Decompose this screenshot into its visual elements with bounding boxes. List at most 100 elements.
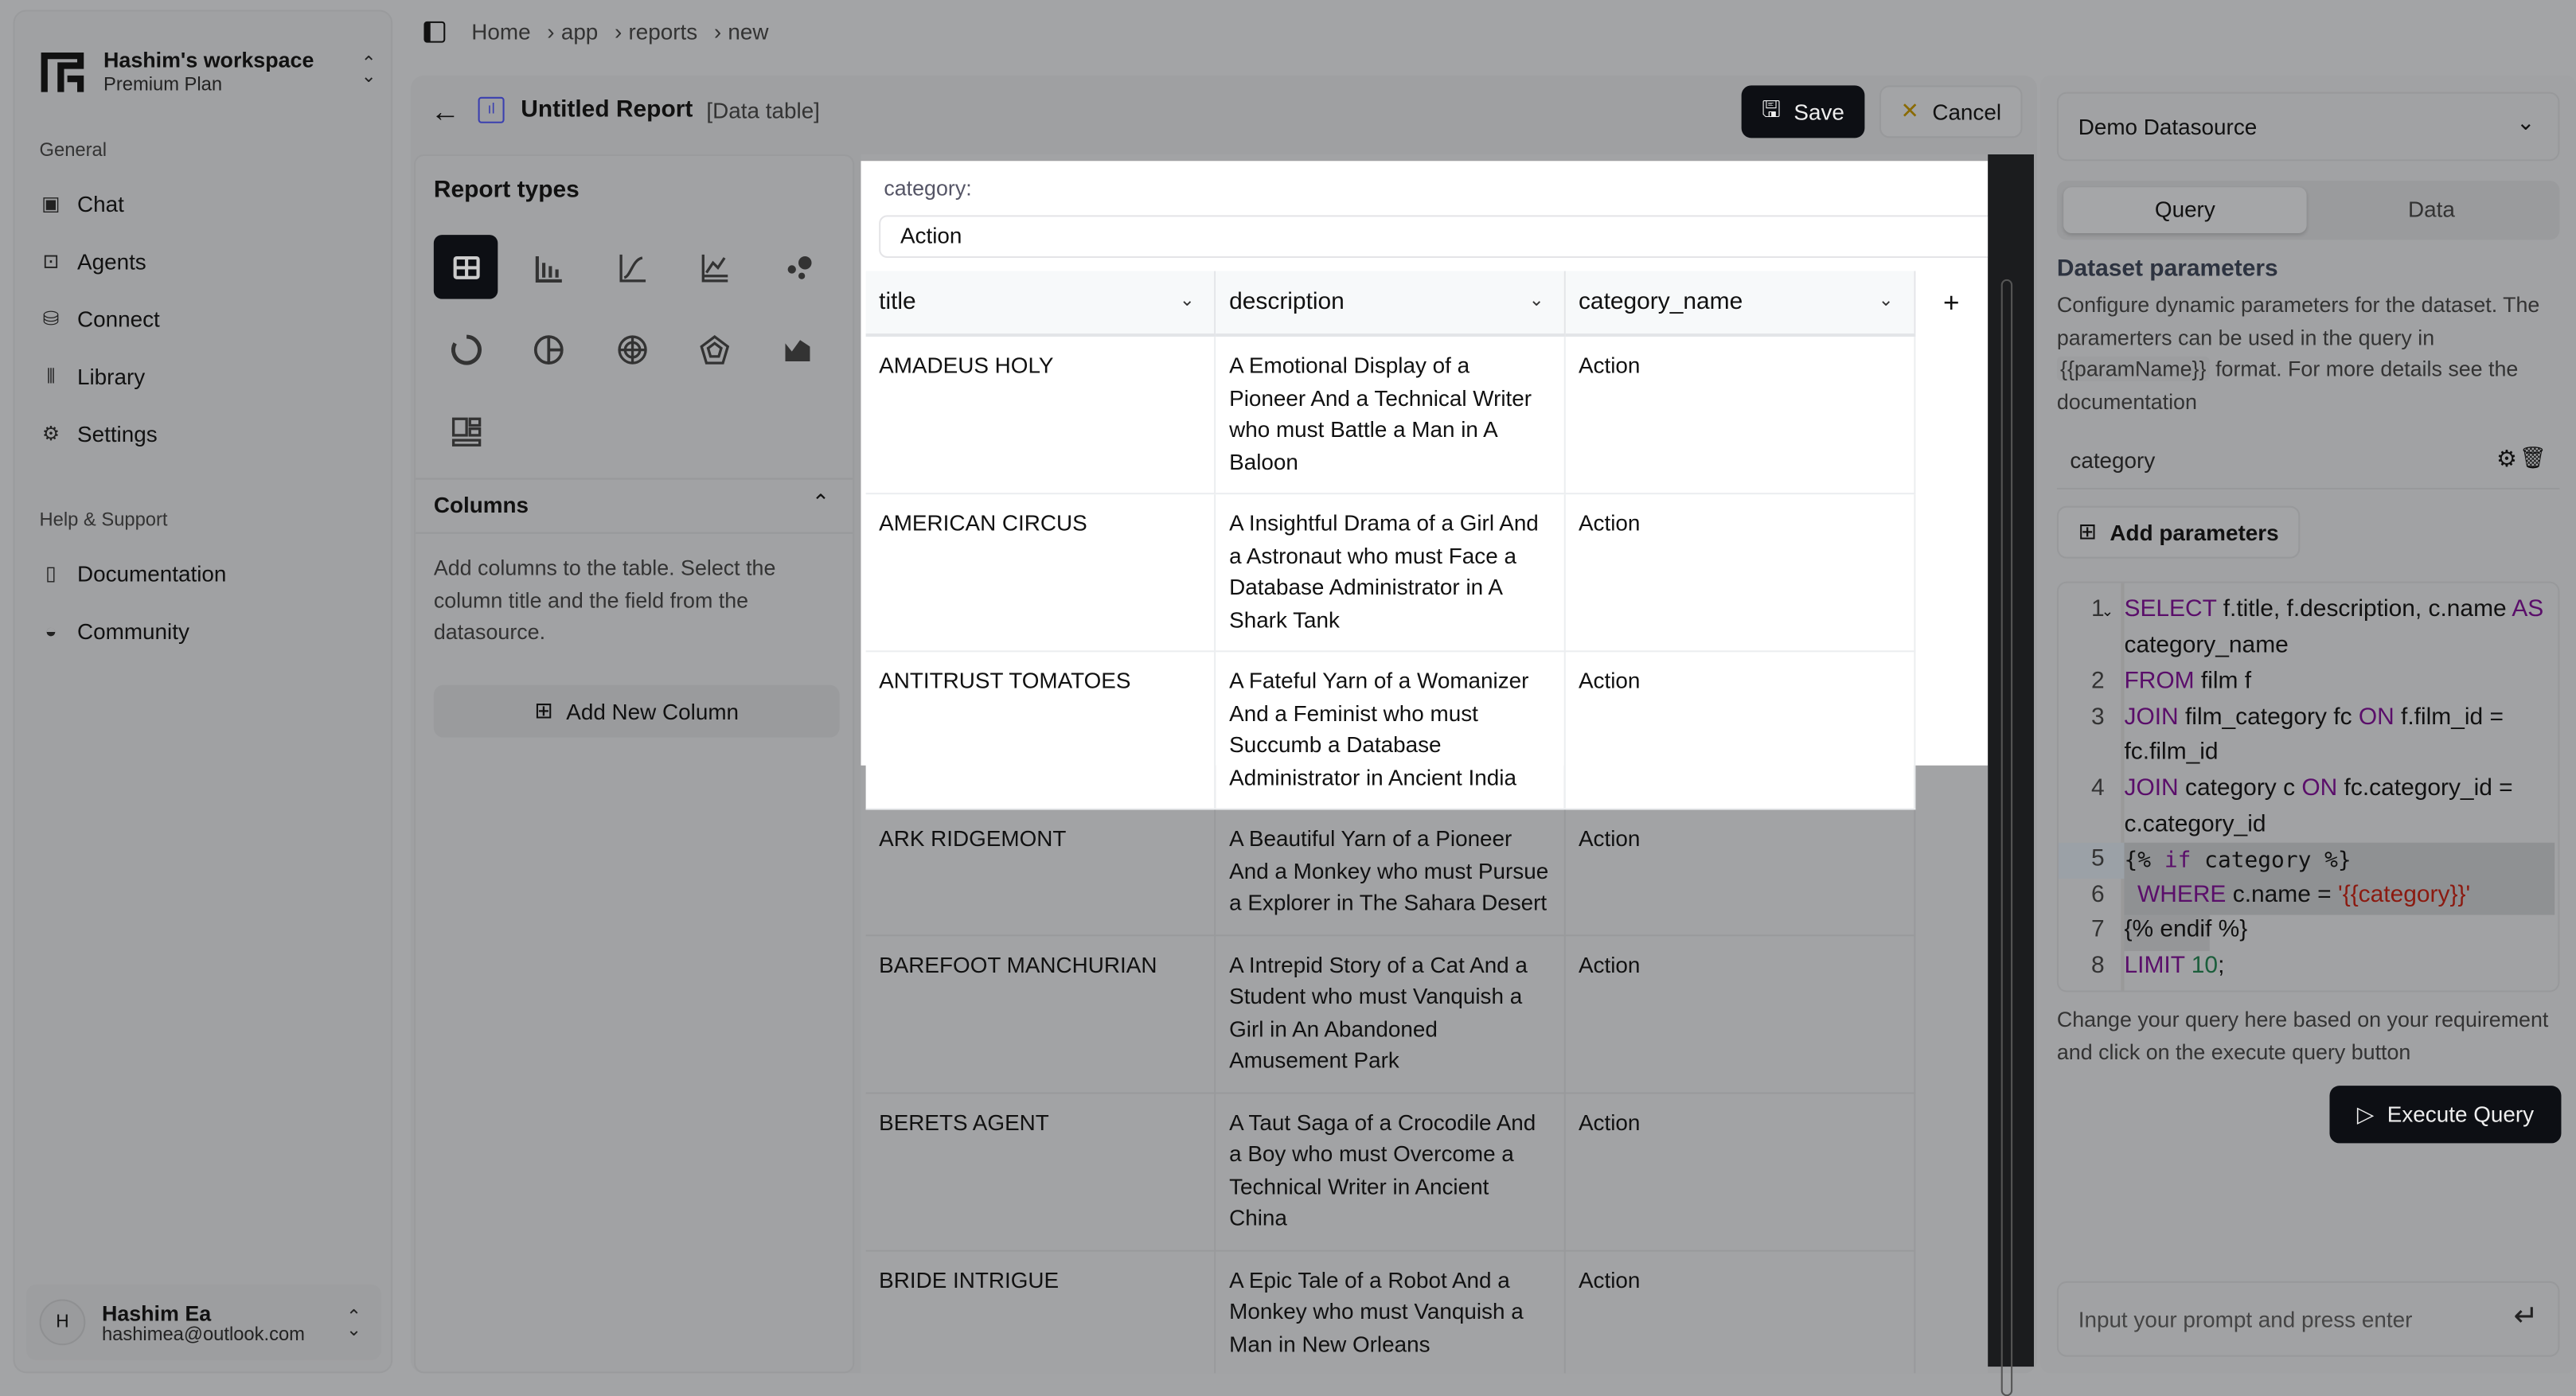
report-type-label: [Data table] [706, 98, 820, 123]
query-help: Change your query here based on your req… [2056, 1007, 2549, 1064]
sidebar-item-chat[interactable]: ▣ Chat [40, 187, 124, 220]
nav-label: Documentation [76, 560, 227, 586]
play-icon: ▷ [2356, 1101, 2375, 1126]
table-row[interactable]: ARK RIDGEMONT A Beautiful Yarn of a Pione… [865, 809, 1989, 936]
code-line: {% if category %} [2124, 848, 2351, 874]
kw: ON [2358, 704, 2395, 731]
type-line[interactable] [599, 235, 663, 298]
line-number: 3 [2091, 704, 2105, 731]
report-title[interactable]: Untitled Report [521, 97, 693, 123]
breadcrumb-sep: › [547, 19, 555, 45]
datasource-select[interactable]: Demo Datasource ⌄ [2056, 92, 2560, 162]
execute-query-button[interactable]: ▷ Execute Query [2329, 1086, 2562, 1144]
sidebar-item-agents[interactable]: ⊡ Agents [40, 245, 146, 278]
type-radar[interactable] [599, 317, 663, 380]
add-parameters-button[interactable]: ⊞ Add parameters [2056, 505, 2301, 559]
tab-query[interactable]: Query [2063, 187, 2307, 234]
back-arrow-icon[interactable]: ← [431, 96, 460, 130]
chevron-down-icon: ⌄ [2516, 110, 2535, 135]
table-row[interactable]: AMADEUS HOLY A Emotional Display of a Pio… [865, 335, 1989, 495]
sidebar-item-documentation[interactable]: ▯ Documentation [40, 557, 227, 590]
code-line: fc.film_id [2124, 739, 2219, 766]
chevron-down-icon[interactable]: ⌄ [1180, 289, 1195, 310]
sidebar-item-community[interactable]: ◒ Community [40, 614, 189, 647]
enter-icon[interactable]: ↵ [2513, 1299, 2538, 1333]
table-cell-description: A Fateful Yarn of a Womanizer And a Femi… [1215, 651, 1566, 810]
workspace-name: Hashim's workspace [103, 46, 314, 72]
chevron-down-icon[interactable]: ⌄ [1879, 289, 1894, 310]
terminal-icon: ⊡ [42, 249, 60, 273]
user-menu[interactable]: H Hashim Ea hashimea@outlook.com ⌃ ⌄ [26, 1284, 381, 1360]
sidebar-item-library[interactable]: ⫴ Library [40, 360, 145, 392]
table-row[interactable]: BRIDE INTRIGUE A Epic Tale of a Robot And… [865, 1250, 1989, 1374]
column-header-category-name[interactable]: category_name ⌄ [1564, 271, 1915, 337]
breadcrumb-home[interactable]: Home [471, 20, 530, 45]
avatar: H [39, 1299, 86, 1346]
nav-label: Connect [76, 306, 160, 331]
category-filter-input[interactable]: Action [879, 215, 1989, 259]
code-line: FROM film f [2124, 669, 2251, 695]
line-number: 4 [2091, 775, 2105, 802]
tok: category c [2178, 775, 2302, 802]
data-table-preview: category: Action title ⌄ description ⌄ cat… [861, 154, 1989, 1374]
columns-section-header[interactable]: Columns ⌃ [416, 478, 853, 534]
sidebar-item-connect[interactable]: ⛁ Connect [40, 302, 160, 335]
scrollbar-thumb[interactable] [2000, 279, 2013, 1396]
kw: LIMIT [2124, 953, 2185, 980]
type-donut[interactable] [434, 317, 498, 380]
type-polar[interactable] [683, 317, 747, 380]
columns-title: Columns [433, 493, 529, 518]
table-row[interactable]: BERETS AGENT A Taut Saga of a Crocodile A… [865, 1092, 1989, 1251]
gear-icon[interactable]: ⚙ [2496, 445, 2517, 473]
kw: SELECT [2124, 596, 2217, 623]
prompt-input[interactable]: Input your prompt and press enter ↵ [2056, 1281, 2560, 1357]
table-row[interactable]: AMERICAN CIRCUS A Insightful Drama of a G… [865, 493, 1989, 653]
scrollbar[interactable] [1988, 154, 2034, 1396]
tab-data[interactable]: Data [2310, 187, 2553, 233]
user-email: hashimea@outlook.com [101, 1324, 305, 1345]
add-column-plus-button[interactable]: + [1914, 271, 1988, 335]
type-layout[interactable] [434, 400, 498, 463]
param-name: category [2070, 448, 2156, 474]
code-line: WHERE c.name = '{{category}}' [2124, 882, 2470, 908]
breadcrumb-app[interactable]: app [561, 20, 598, 45]
tok: film f [2194, 668, 2252, 695]
chevron-down-icon[interactable]: ⌄ [1529, 289, 1544, 310]
table-cell-category-name: Action [1564, 493, 1915, 653]
column-header-title[interactable]: title ⌄ [865, 271, 1216, 337]
cancel-button[interactable]: ✕ Cancel [1879, 85, 2023, 138]
sidebar-toggle-icon[interactable] [423, 21, 446, 43]
type-multi-line[interactable] [683, 235, 747, 298]
sidebar-item-settings[interactable]: ⚙ Settings [40, 417, 158, 450]
column-header-description[interactable]: description ⌄ [1215, 271, 1566, 337]
tok: {% [2124, 847, 2164, 874]
type-bar[interactable] [517, 235, 580, 298]
table-cell-category-name: Action [1564, 1250, 1915, 1374]
param-format-code: {{paramName}} [2056, 356, 2210, 381]
type-pie[interactable] [517, 317, 580, 380]
trash-icon[interactable]: 🗑 [2519, 445, 2547, 471]
section-general: General [39, 141, 107, 162]
add-column-button[interactable]: ⊞ Add New Column [433, 684, 840, 738]
report-types-panel: Report types Columns ⌃ Add columns to th… [414, 154, 855, 1374]
table-row[interactable]: ANTITRUST TOMATOES A Fateful Yarn of a Wo… [865, 651, 1989, 810]
breadcrumb-reports[interactable]: reports [629, 20, 698, 45]
breadcrumb-sep: › [614, 19, 623, 45]
execute-label: Execute Query [2387, 1102, 2535, 1127]
sql-editor[interactable]: 1 ⌄ 2 3 4 5 6 7 8 SELECT f.title, f.desc… [2056, 581, 2560, 992]
kw: if [2164, 847, 2192, 874]
kw: ON [2301, 775, 2338, 802]
code-line: c.category_id [2124, 811, 2266, 838]
table-row[interactable]: BAREFOOT MANCHURIAN A Intrepid Story of a… [865, 934, 1989, 1094]
save-button[interactable]: 🖫 Save [1741, 85, 1865, 138]
add-column-label: Add New Column [566, 699, 740, 724]
table-cell-description: A Emotional Display of a Pioneer And a T… [1215, 335, 1566, 495]
type-area[interactable] [766, 317, 829, 380]
type-scatter[interactable] [766, 235, 829, 298]
bar-chart-icon [535, 255, 562, 282]
fold-chevron-icon[interactable]: ⌄ [2102, 602, 2114, 621]
table-cell-title: BAREFOOT MANCHURIAN [865, 934, 1216, 1094]
workspace-switcher[interactable]: Hashim's workspace Premium Plan ⌃ ⌄ [37, 37, 382, 103]
type-table[interactable] [433, 235, 498, 299]
code-line: LIMIT 10; [2124, 953, 2224, 979]
